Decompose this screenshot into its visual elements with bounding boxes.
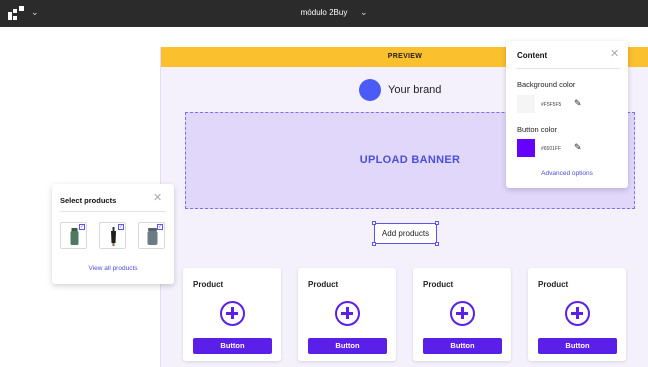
divider: [516, 68, 620, 69]
resize-handle[interactable]: [435, 242, 439, 246]
divider: [60, 211, 166, 212]
module-title[interactable]: módulo 2Buy: [0, 8, 648, 17]
product-title: Product: [193, 280, 224, 289]
resize-handle[interactable]: [372, 242, 376, 246]
product-button[interactable]: Button: [308, 338, 387, 354]
pencil-icon[interactable]: ✎: [574, 98, 582, 109]
content-panel-title: Content: [517, 51, 548, 60]
view-all-products-link[interactable]: View all products: [52, 265, 174, 272]
brand-logo[interactable]: [359, 79, 381, 101]
pencil-icon[interactable]: ✎: [574, 142, 582, 153]
product-card[interactable]: Product Button: [528, 268, 626, 361]
select-products-title: Select products: [60, 196, 117, 205]
content-panel: Content ✕ Background color #F5F5F5 ✎ But…: [506, 41, 628, 188]
checkbox-icon[interactable]: ✓: [79, 224, 85, 230]
close-icon[interactable]: ✕: [610, 47, 619, 60]
checkbox-icon[interactable]: ✓: [118, 224, 124, 230]
advanced-options-link[interactable]: Advanced options: [506, 170, 628, 177]
product-card[interactable]: Product Button: [298, 268, 396, 361]
button-color-label: Button color: [517, 125, 558, 134]
product-thumbnail[interactable]: ✓: [138, 222, 165, 249]
top-bar: ⌄ módulo 2Buy ⌄: [0, 0, 648, 27]
brand-name[interactable]: Your brand: [388, 84, 441, 96]
product-thumbnail[interactable]: ✓: [60, 222, 87, 249]
button-color-hex: #6501FF: [541, 146, 562, 152]
background-color-hex: #F5F5F5: [541, 102, 562, 108]
product-button[interactable]: Button: [538, 338, 617, 354]
chevron-down-icon[interactable]: ⌄: [360, 7, 368, 18]
add-product-icon[interactable]: [335, 301, 360, 326]
add-product-icon[interactable]: [565, 301, 590, 326]
background-color-label: Background color: [517, 80, 576, 89]
product-thumbnail[interactable]: ✓: [99, 222, 126, 249]
add-product-icon[interactable]: [450, 301, 475, 326]
product-title: Product: [423, 280, 454, 289]
product-card[interactable]: Product Button: [183, 268, 281, 361]
background-color-swatch[interactable]: [517, 95, 535, 113]
product-card[interactable]: Product Button: [413, 268, 511, 361]
product-button[interactable]: Button: [193, 338, 272, 354]
product-button[interactable]: Button: [423, 338, 502, 354]
product-title: Product: [538, 280, 569, 289]
select-products-panel: Select products ✕ ✓ ✓ ✓ View all product…: [52, 184, 174, 284]
close-icon[interactable]: ✕: [153, 191, 162, 204]
add-products-button[interactable]: Add products: [374, 223, 437, 244]
product-title: Product: [308, 280, 339, 289]
button-color-swatch[interactable]: [517, 139, 535, 157]
resize-handle[interactable]: [372, 221, 376, 225]
checkbox-icon[interactable]: ✓: [157, 224, 163, 230]
add-product-icon[interactable]: [220, 301, 245, 326]
resize-handle[interactable]: [435, 221, 439, 225]
